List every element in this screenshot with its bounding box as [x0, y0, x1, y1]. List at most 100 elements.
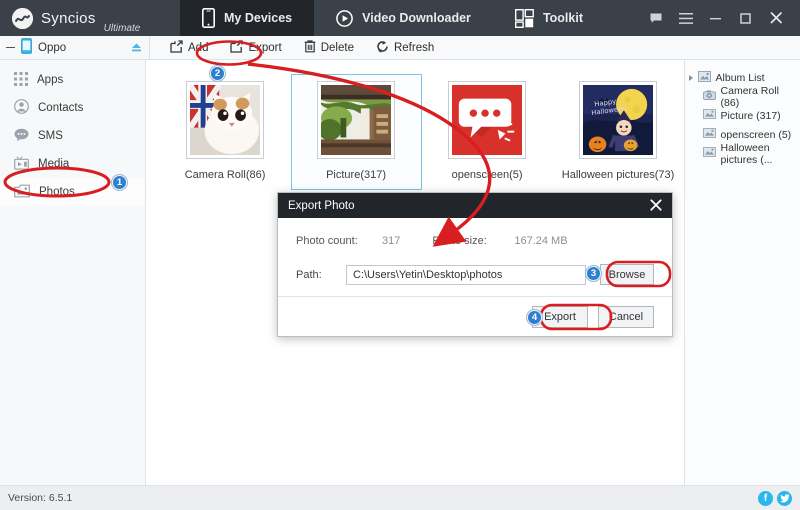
sidebar-item-contacts[interactable]: Contacts — [0, 94, 145, 122]
album-row-label: Halloween pictures (... — [720, 141, 773, 166]
sidebar: Apps Contacts SMS Media Photos — [0, 60, 146, 509]
brand-name: Syncios — [41, 9, 96, 27]
sidebar-item-label: Apps — [37, 74, 64, 86]
minus-icon[interactable] — [6, 47, 15, 48]
export-box-icon — [230, 39, 244, 56]
picture-icon — [702, 128, 716, 141]
add-export-box-icon — [170, 39, 183, 56]
path-label: Path: — [296, 268, 322, 281]
photo-size-label: Photo size: — [432, 235, 487, 247]
chevron-right-icon[interactable] — [688, 74, 693, 81]
title-bar: Syncios Ultimate My Devices Video Downlo… — [0, 0, 800, 36]
picture-icon — [702, 147, 716, 160]
brand-edition: Ultimate — [103, 23, 141, 34]
album-row-picture[interactable]: Picture (317) — [685, 106, 800, 125]
chat-bubble-icon — [14, 128, 29, 145]
photo-size-value: 167.24 MB — [514, 235, 568, 247]
window-controls — [642, 0, 800, 36]
apps-grid-icon — [14, 71, 28, 89]
step-badge-1: 1 — [112, 175, 127, 190]
toolbar-button-refresh[interactable]: Refresh — [366, 37, 444, 59]
media-player-icon — [14, 155, 29, 173]
play-circle-icon — [336, 9, 353, 27]
album-thumb-halloween[interactable]: Happy Halloween Halloween pictures(73) — [553, 74, 684, 190]
eject-icon[interactable] — [131, 42, 149, 53]
toolbar-button-delete[interactable]: Delete — [294, 37, 364, 59]
halloween-night-thumb: Happy Halloween — [579, 81, 658, 159]
temple-photo-thumb — [317, 81, 396, 159]
export-photo-dialog: Export Photo Photo count: 317 Photo size… — [277, 192, 673, 337]
refresh-icon — [376, 40, 389, 56]
tab-label: My Devices — [224, 11, 293, 25]
sidebar-item-label: SMS — [38, 130, 63, 142]
close-icon[interactable] — [762, 3, 790, 33]
dialog-title-bar: Export Photo — [278, 193, 672, 218]
main-tabs: My Devices Video Downloader Toolkit — [180, 0, 605, 36]
feedback-icon[interactable] — [642, 3, 670, 33]
sidebar-item-label: Contacts — [38, 102, 84, 114]
step-badge-4: 4 — [527, 310, 542, 325]
maximize-icon[interactable] — [732, 3, 760, 33]
step-badge-2: 2 — [210, 66, 225, 81]
toolbar-button-label: Add — [188, 41, 209, 54]
tab-video-downloader[interactable]: Video Downloader — [314, 0, 493, 36]
sidebar-item-sms[interactable]: SMS — [0, 122, 145, 150]
album-thumb-label: Picture(317) — [326, 169, 386, 181]
toolbar-button-export[interactable]: Export — [220, 37, 291, 59]
toolbar: Add Export Delete Refresh — [150, 36, 800, 59]
phone-blue-icon — [21, 38, 32, 57]
toolbar-button-label: Refresh — [393, 41, 435, 54]
dialog-title: Export Photo — [288, 199, 355, 212]
tab-my-devices[interactable]: My Devices — [180, 0, 315, 36]
album-row-label: Picture (317) — [720, 109, 781, 122]
social-links: f — [758, 490, 792, 506]
phone-icon — [202, 8, 215, 28]
red-speech-bubble-thumb — [448, 81, 527, 159]
album-pane: Album List Camera Roll (86) Picture (317… — [684, 60, 800, 509]
camera-icon — [702, 90, 716, 103]
photo-count-value: 317 — [382, 235, 401, 247]
album-row-halloween[interactable]: Halloween pictures (... — [685, 141, 800, 166]
photo-count-label: Photo count: — [296, 235, 358, 247]
device-row[interactable]: Oppo — [0, 36, 150, 59]
sidebar-item-media[interactable]: Media — [0, 150, 145, 178]
step-badge-3: 3 — [586, 266, 601, 281]
status-bar: Version: 6.5.1 f — [0, 485, 800, 510]
dialog-browse-button[interactable]: Browse — [600, 264, 654, 285]
album-thumb-label: openscreen(5) — [451, 169, 523, 181]
toolbar-button-label: Export — [248, 41, 282, 54]
album-row-camera-roll[interactable]: Camera Roll (86) — [685, 84, 800, 109]
twitter-icon[interactable] — [777, 490, 792, 506]
sidebar-item-label: Photos — [39, 186, 75, 198]
dialog-cancel-button[interactable]: Cancel — [598, 305, 654, 328]
tab-toolkit[interactable]: Toolkit — [493, 0, 605, 36]
picture-icon — [702, 109, 716, 122]
version-label: Version: 6.5.1 — [8, 492, 73, 504]
brand: Syncios Ultimate — [0, 0, 180, 36]
album-thumb-openscreen[interactable]: openscreen(5) — [422, 74, 553, 190]
album-row-label: Camera Roll (86) — [720, 84, 779, 109]
toolbar-button-label: Delete — [320, 41, 354, 54]
close-icon[interactable] — [648, 198, 664, 213]
album-thumb-label: Halloween pictures(73) — [561, 169, 675, 181]
minimize-icon[interactable] — [702, 3, 730, 33]
album-thumb-camera-roll[interactable]: Camera Roll(86) — [160, 74, 291, 190]
menu-icon[interactable] — [672, 3, 700, 33]
thumbnail-grid: Camera Roll(86) Picture(317) openscreen(… — [146, 60, 684, 190]
cat-photo-thumb — [186, 81, 265, 159]
contact-person-icon — [14, 99, 29, 117]
device-name: Oppo — [38, 41, 67, 54]
album-thumb-picture[interactable]: Picture(317) — [290, 74, 422, 190]
grid-blocks-icon — [514, 8, 534, 28]
dialog-footer: Export Cancel — [278, 296, 672, 336]
dialog-body: Photo count: 317 Photo size: 167.24 MB P… — [278, 218, 672, 285]
facebook-icon[interactable]: f — [758, 490, 773, 506]
path-input[interactable] — [346, 264, 586, 285]
album-thumb-label: Camera Roll(86) — [184, 169, 266, 181]
photos-icon — [14, 184, 30, 201]
album-list-icon — [697, 70, 711, 85]
sub-bar: Oppo Add Export Delete Refresh — [0, 36, 800, 60]
toolbar-button-add[interactable]: Add — [160, 37, 218, 59]
sidebar-item-apps[interactable]: Apps — [0, 66, 145, 94]
dialog-info-row: Photo count: 317 Photo size: 167.24 MB — [296, 235, 654, 247]
